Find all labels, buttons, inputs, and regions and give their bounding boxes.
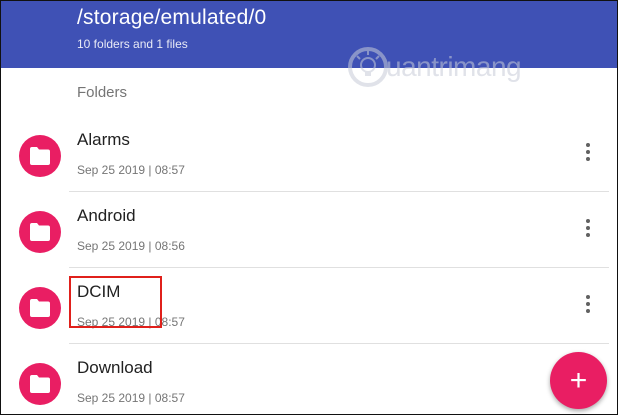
add-button[interactable]: + (550, 352, 607, 409)
folder-icon (19, 287, 61, 329)
dcim-highlight-box (69, 276, 162, 328)
folder-icon (19, 211, 61, 253)
folder-summary: 10 folders and 1 files (77, 37, 188, 51)
folder-icon (19, 135, 61, 177)
more-vert-icon[interactable] (576, 292, 600, 320)
folder-row-android[interactable]: Android Sep 25 2019 | 08:56 (1, 192, 617, 268)
folder-name: Android (77, 206, 136, 225)
folder-row-download[interactable]: Download Sep 25 2019 | 08:57 (1, 344, 617, 414)
more-vert-icon[interactable] (576, 216, 600, 244)
folder-date: Sep 25 2019 | 08:57 (77, 391, 185, 405)
lightbulb-logo-icon (348, 47, 388, 87)
folder-name: Download (77, 358, 153, 377)
folder-icon (19, 363, 61, 405)
watermark-logo: uantrimang (346, 45, 566, 97)
more-vert-icon[interactable] (576, 140, 600, 168)
current-path: /storage/emulated/0 (77, 6, 267, 29)
folder-date: Sep 25 2019 | 08:57 (77, 163, 185, 177)
file-manager-screen: /storage/emulated/0 10 folders and 1 fil… (0, 0, 618, 415)
watermark-text: uantrimang (386, 51, 522, 82)
folder-name: Alarms (77, 130, 130, 149)
folder-date: Sep 25 2019 | 08:56 (77, 239, 185, 253)
folder-row-alarms[interactable]: Alarms Sep 25 2019 | 08:57 (1, 116, 617, 192)
plus-icon: + (569, 364, 588, 397)
section-title-folders: Folders (77, 84, 128, 101)
